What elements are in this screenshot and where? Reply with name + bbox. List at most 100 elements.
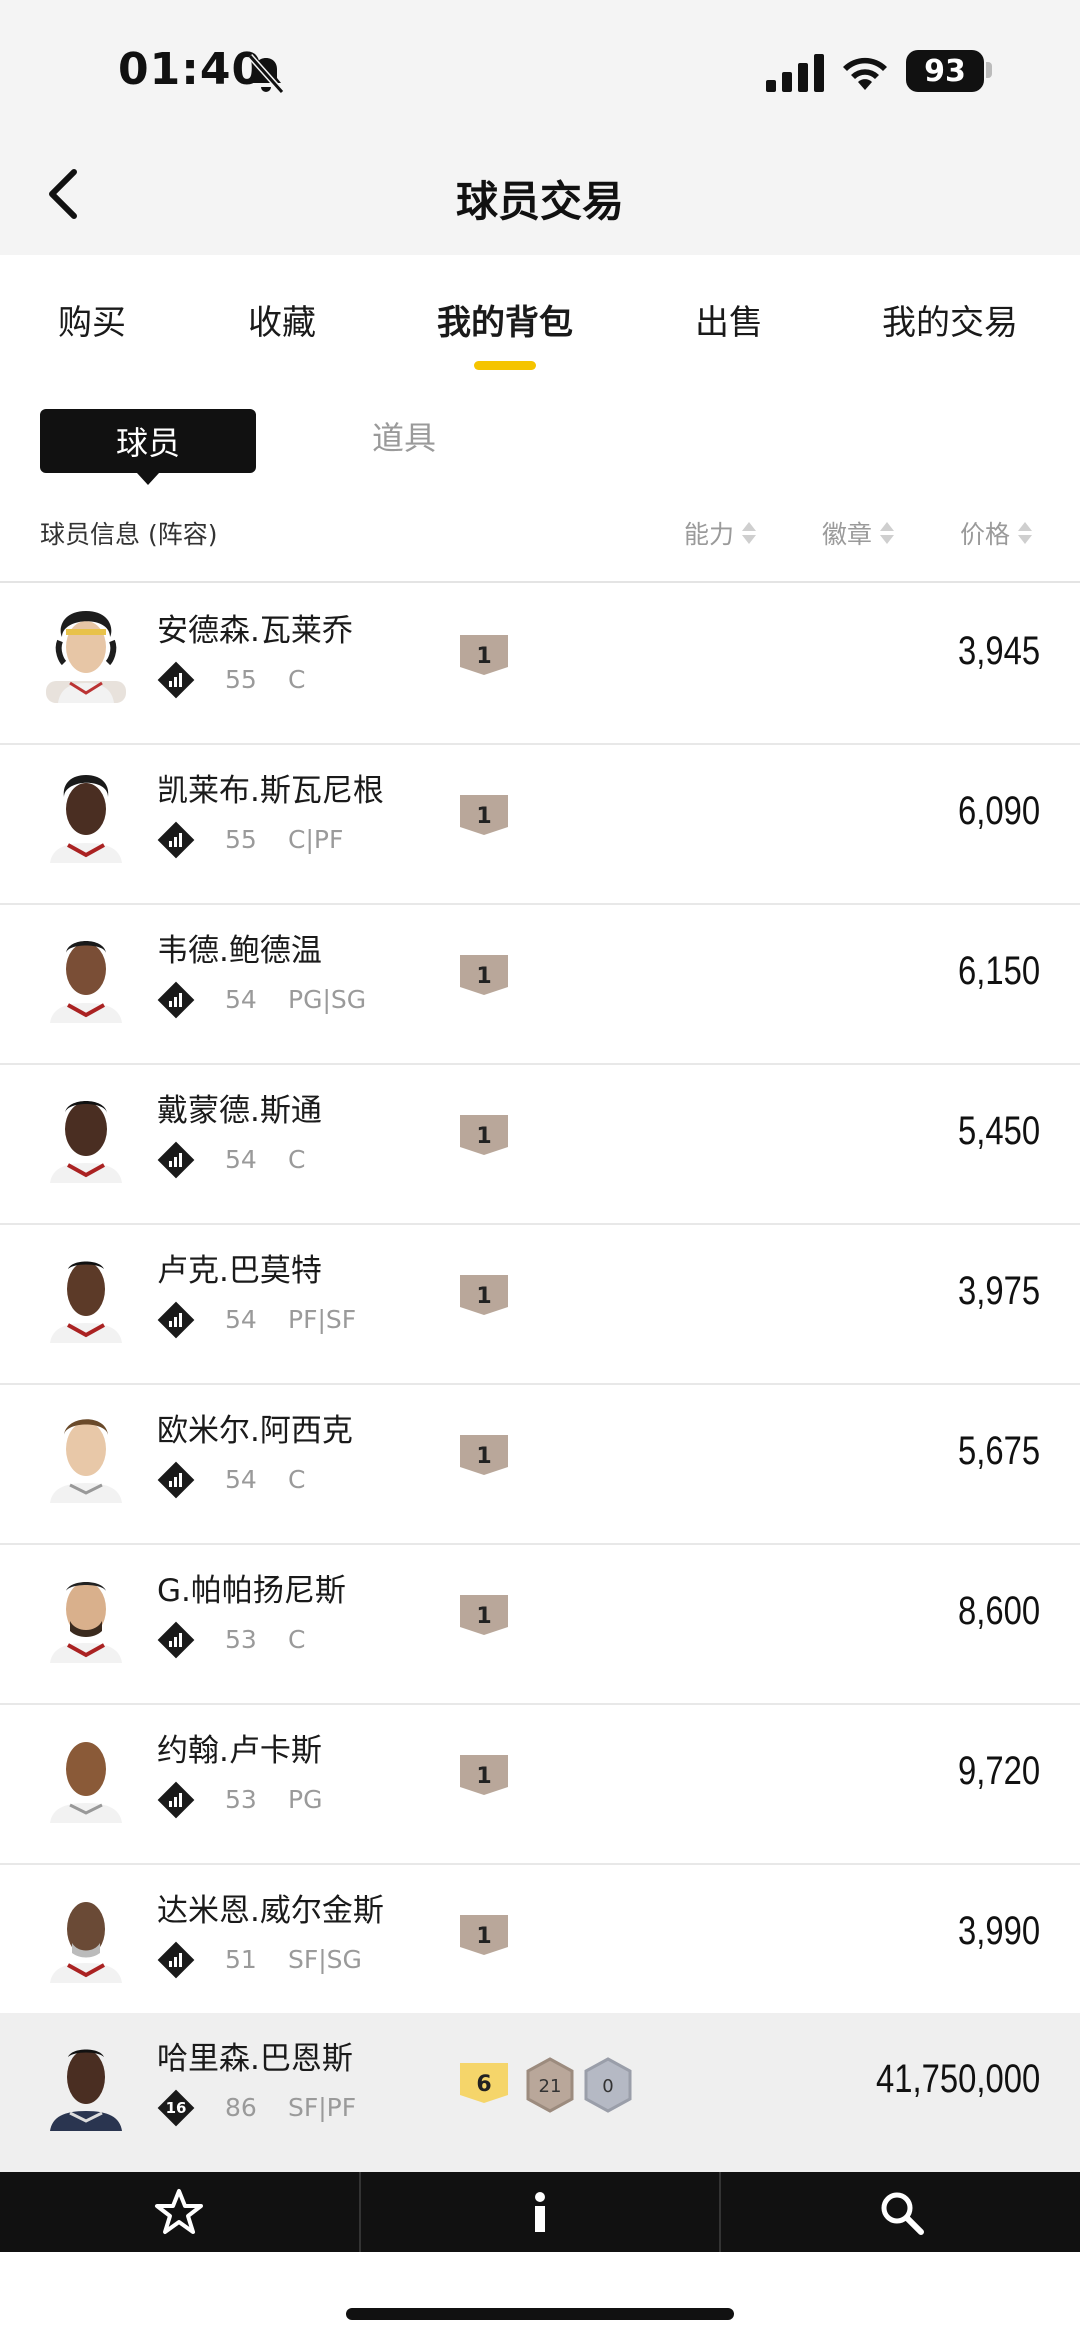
tab-favorites[interactable]: 收藏: [248, 295, 316, 344]
player-name: 韦德.鲍德温: [157, 933, 322, 969]
badge-bronze-hex-icon: 21: [526, 2057, 574, 2113]
subtab-players[interactable]: 球员: [40, 409, 256, 473]
badge-bronze-icon: 1: [460, 795, 508, 835]
player-rating: 54: [225, 985, 257, 1014]
player-rating: 54: [225, 1305, 257, 1334]
player-row[interactable]: G.帕帕扬尼斯 53 C 1 8,600: [0, 1545, 1080, 1705]
badge-bronze-icon: 1: [460, 1915, 508, 1955]
player-row[interactable]: 凯莱布.斯瓦尼根 55 C|PF 1 6,090: [0, 745, 1080, 905]
badge-count: 1: [476, 1924, 491, 1949]
player-avatar: [50, 1902, 122, 1983]
header-player-info: 球员信息 (阵容): [40, 520, 218, 549]
player-rating: 86: [225, 2093, 257, 2122]
player-position: C: [288, 1465, 306, 1494]
player-name: 哈里森.巴恩斯: [157, 2041, 353, 2077]
sort-ability[interactable]: 能力: [684, 515, 757, 551]
info-button[interactable]: [361, 2172, 722, 2252]
player-position: C: [288, 1145, 306, 1174]
cellular-signal-icon: [766, 54, 824, 92]
player-name: 达米恩.威尔金斯: [157, 1893, 384, 1929]
search-button[interactable]: [721, 2172, 1080, 2252]
subtab-items[interactable]: 道具: [372, 413, 436, 459]
player-row[interactable]: 安德森.瓦莱乔 55 C 1 3,945: [0, 585, 1080, 745]
player-position: SF|PF: [288, 2093, 357, 2122]
player-rating: 55: [225, 825, 257, 854]
home-indicator[interactable]: [346, 2308, 734, 2320]
badge-bronze-icon: 1: [460, 955, 508, 995]
player-price: 5,675: [957, 1429, 1040, 1473]
player-row-selected[interactable]: 哈里森.巴恩斯 16 86 SF|PF 6 21 0 41,750,000: [0, 2013, 1080, 2173]
page-title: 球员交易: [455, 177, 624, 226]
tier-diamond-icon: [157, 1461, 195, 1499]
badge-count: 1: [476, 1284, 491, 1309]
player-row[interactable]: 约翰.卢卡斯 53 PG 1 9,720: [0, 1705, 1080, 1865]
badge-count-silver: 0: [602, 2076, 613, 2097]
tier-diamond-icon: [157, 1941, 195, 1979]
player-avatar: [50, 941, 122, 1023]
player-position: C: [288, 665, 306, 694]
player-position: C: [288, 1625, 306, 1654]
player-avatar: [50, 775, 122, 863]
player-position: C|PF: [288, 825, 344, 854]
player-rating: 51: [225, 1945, 257, 1974]
player-price: 6,090: [957, 789, 1040, 833]
player-avatar: [50, 1419, 122, 1503]
badge-count: 6: [476, 2072, 491, 2097]
sort-arrows-icon: [742, 520, 757, 546]
sort-badge-label: 徽章: [822, 520, 873, 549]
tab-sell[interactable]: 出售: [695, 295, 763, 344]
player-price: 3,990: [957, 1909, 1040, 1953]
player-row[interactable]: 达米恩.威尔金斯 51 SF|SG 1 3,990: [0, 1865, 1080, 2025]
player-name: 戴蒙德.斯通: [157, 1093, 322, 1129]
star-icon: [155, 2189, 204, 2234]
badge-bronze-icon: 1: [460, 1435, 508, 1475]
tier-diamond-icon: [157, 1301, 195, 1339]
badge-bronze-icon: 1: [460, 1275, 508, 1315]
player-row[interactable]: 戴蒙德.斯通 54 C 1 5,450: [0, 1065, 1080, 1225]
player-row[interactable]: 卢克.巴莫特 54 PF|SF 1 3,975: [0, 1225, 1080, 1385]
player-price: 41,750,000: [875, 2057, 1040, 2101]
tier-diamond-icon: [157, 1141, 195, 1179]
sort-badge[interactable]: 徽章: [822, 515, 895, 551]
badge-silver-hex-icon: 0: [584, 2057, 632, 2113]
tier-diamond-icon: [157, 981, 195, 1019]
subtab-pointer: [137, 473, 159, 485]
badge-count: 1: [476, 1444, 491, 1469]
info-icon: [535, 2192, 545, 2232]
player-name: 安德森.瓦莱乔: [157, 613, 353, 649]
badge-bronze-icon: 1: [460, 1755, 508, 1795]
tier-diamond-icon: [157, 661, 195, 699]
tab-my-trades[interactable]: 我的交易: [882, 295, 1018, 344]
sort-arrows-icon: [880, 520, 895, 546]
main-tabs: 购买 收藏 我的背包 出售 我的交易: [0, 255, 1080, 375]
player-price: 3,945: [957, 629, 1040, 673]
tab-buy[interactable]: 购买: [58, 295, 126, 344]
player-position: PG: [288, 1785, 323, 1814]
badge-count: 1: [476, 804, 491, 829]
player-name: 卢克.巴莫特: [157, 1253, 322, 1289]
badge-count-bronze: 21: [539, 2076, 562, 2097]
tab-my-backpack[interactable]: 我的背包: [437, 295, 573, 344]
player-position: SF|SG: [288, 1945, 362, 1974]
sort-price[interactable]: 价格: [960, 515, 1033, 551]
status-bar: 01:40 93: [0, 0, 1080, 140]
player-price: 8,600: [957, 1589, 1040, 1633]
player-position: PG|SG: [288, 985, 367, 1014]
player-rating: 53: [225, 1785, 257, 1814]
player-rating: 53: [225, 1625, 257, 1654]
player-row[interactable]: 韦德.鲍德温 54 PG|SG 1 6,150: [0, 905, 1080, 1065]
tier-diamond-icon: [157, 1781, 195, 1819]
player-row[interactable]: 欧米尔.阿西克 54 C 1 5,675: [0, 1385, 1080, 1545]
tier-level: 16: [166, 2099, 187, 2117]
favorites-button[interactable]: [0, 2172, 361, 2252]
player-price: 5,450: [957, 1109, 1040, 1153]
player-rating: 55: [225, 665, 257, 694]
player-position: PF|SF: [288, 1305, 357, 1334]
badge-bronze-icon: 1: [460, 1595, 508, 1635]
player-avatar: [50, 1101, 122, 1183]
active-tab-indicator: [474, 361, 536, 370]
tier-diamond-icon: [157, 821, 195, 859]
player-name: 凯莱布.斯瓦尼根: [157, 773, 384, 809]
search-icon: [881, 2192, 924, 2235]
bottom-toolbar: [0, 2172, 1080, 2252]
